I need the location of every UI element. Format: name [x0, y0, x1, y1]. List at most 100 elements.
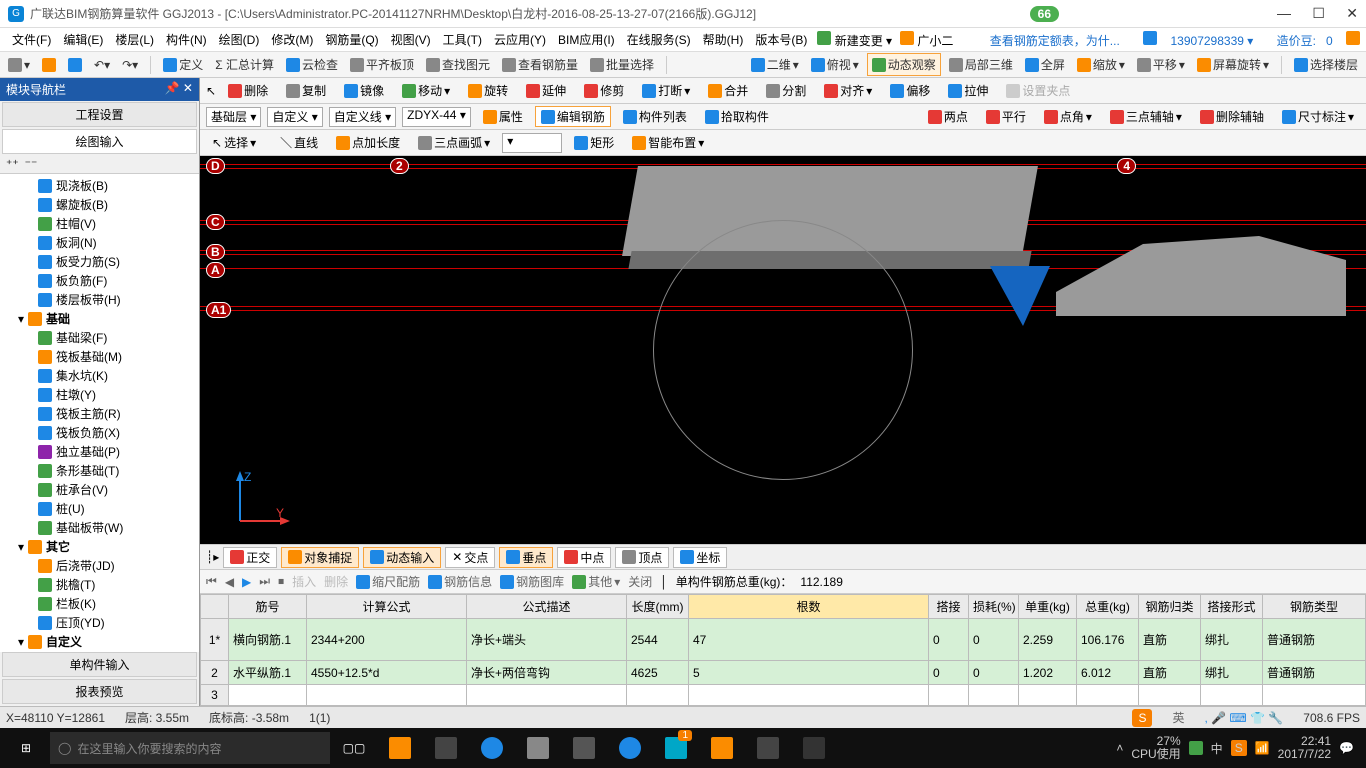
minimize-button[interactable]: — — [1277, 5, 1291, 21]
menu-tools[interactable]: 工具(T) — [437, 29, 488, 50]
local-3d-button[interactable]: 局部三维 — [945, 54, 1017, 75]
sum-button[interactable]: Σ 汇总计算 — [211, 54, 278, 75]
col-id[interactable]: 筋号 — [229, 595, 307, 619]
category-select[interactable]: 自定义 ▾ — [267, 107, 322, 127]
2d-button[interactable]: 二维▾ — [747, 54, 803, 75]
align-top-button[interactable]: 平齐板顶 — [346, 54, 418, 75]
stop-button[interactable]: ⏹ — [278, 574, 284, 589]
menu-rebar[interactable]: 钢筋量(Q) — [319, 29, 384, 50]
coord-button[interactable]: 坐标 — [673, 547, 727, 568]
dimension-button[interactable]: 尺寸标注▾ — [1276, 106, 1360, 127]
first-button[interactable]: ⏮ — [206, 574, 217, 589]
col-count[interactable]: 根数 — [689, 595, 929, 619]
tb-app-2[interactable] — [424, 728, 468, 768]
close-button[interactable]: ✕ — [1346, 5, 1358, 21]
tree-group-custom[interactable]: ▾ 自定义 — [0, 632, 199, 651]
delete-aux-button[interactable]: 删除辅轴 — [1194, 106, 1270, 127]
menu-floor[interactable]: 楼层(L) — [109, 29, 160, 50]
notification-badge[interactable]: 66 — [1030, 6, 1059, 22]
vertex-button[interactable]: 顶点 — [615, 547, 669, 568]
floor-select[interactable]: 基础层 ▾ — [206, 107, 261, 127]
offset-button[interactable]: 偏移 — [884, 80, 936, 101]
component-list-button[interactable]: 构件列表 — [617, 106, 693, 127]
play-button[interactable]: ▶ — [242, 575, 251, 589]
draw-combo[interactable]: ▾ — [502, 133, 562, 153]
pan-button[interactable]: 平移▾ — [1133, 54, 1189, 75]
redo-button[interactable]: ↷▾ — [118, 56, 142, 74]
component-tree[interactable]: 现浇板(B) 螺旋板(B) 柱帽(V) 板洞(N) 板受力筋(S) 板负筋(F)… — [0, 174, 199, 652]
split-button[interactable]: 分割 — [760, 80, 812, 101]
col-loss[interactable]: 损耗(%) — [969, 595, 1019, 619]
tray-icons[interactable]: , 🎤 ⌨ 👕 🔧 — [1204, 711, 1283, 725]
delete-button[interactable]: 删除 — [222, 80, 274, 101]
nav-tab-single[interactable]: 单构件输入 — [2, 652, 197, 677]
tree-group-other[interactable]: ▾ 其它 — [0, 537, 199, 556]
menu-online[interactable]: 在线服务(S) — [621, 29, 697, 50]
osnap-button[interactable]: 对象捕捉 — [281, 547, 359, 568]
tray-icon-1[interactable] — [1189, 741, 1203, 755]
menu-modify[interactable]: 修改(M) — [265, 29, 319, 50]
menu-file[interactable]: 文件(F) — [6, 29, 57, 50]
batch-select-button[interactable]: 批量选择 — [586, 54, 658, 75]
select-floor-button[interactable]: 选择楼层 — [1290, 54, 1362, 75]
col-unit[interactable]: 单重(kg) — [1019, 595, 1077, 619]
tray-ime[interactable]: 中 — [1211, 740, 1223, 757]
scale-rebar-button[interactable]: 缩尺配筋 — [356, 573, 420, 590]
new-button[interactable]: ▾ — [4, 56, 34, 74]
tb-edge[interactable] — [470, 728, 514, 768]
intersection-button[interactable]: ✕ 交点 — [445, 547, 495, 568]
collapse-icon[interactable]: ⁻⁻ — [25, 157, 38, 171]
col-total[interactable]: 总重(kg) — [1077, 595, 1139, 619]
col-row[interactable] — [201, 595, 229, 619]
rotate-button[interactable]: 旋转 — [462, 80, 514, 101]
select-button[interactable]: ↖ 选择 ▾ — [206, 132, 262, 153]
tray-notifications[interactable]: 💬 — [1339, 741, 1354, 755]
rebar-table[interactable]: 筋号 计算公式 公式描述 长度(mm) 根数 搭接 损耗(%) 单重(kg) 总… — [200, 594, 1366, 706]
col-splice[interactable]: 搭接形式 — [1201, 595, 1263, 619]
tb-app-8[interactable] — [792, 728, 836, 768]
tray-up-icon[interactable]: ˄ — [1116, 741, 1123, 755]
prev-button[interactable]: ◀ — [225, 575, 234, 589]
tb-app-3[interactable] — [562, 728, 606, 768]
top-view-button[interactable]: 俯视▾ — [807, 54, 863, 75]
tray-s-icon[interactable]: S — [1231, 740, 1247, 756]
undo-button[interactable]: ↶▾ — [90, 56, 114, 74]
menu-component[interactable]: 构件(N) — [160, 29, 213, 50]
system-tray[interactable]: ˄ 27%CPU使用 中 S 📶 22:412017/7/22 💬 — [1116, 735, 1362, 761]
cloud-check-button[interactable]: 云检查 — [282, 54, 342, 75]
help-link[interactable]: 查看钢筋定额表，为什... — [990, 34, 1120, 48]
menu-draw[interactable]: 绘图(D) — [213, 29, 266, 50]
arc-button[interactable]: 三点画弧 ▾ — [412, 132, 496, 153]
ime-lang[interactable]: 英 — [1172, 709, 1184, 726]
tb-app-6[interactable] — [700, 728, 744, 768]
parallel-button[interactable]: 平行 — [980, 106, 1032, 127]
midpoint-button[interactable]: 中点 — [557, 547, 611, 568]
3d-viewport[interactable]: D C B A A1 2 4 Z Y — [200, 156, 1366, 544]
menu-edit[interactable]: 编辑(E) — [57, 29, 109, 50]
zoom-button[interactable]: 缩放▾ — [1073, 54, 1129, 75]
threepoint-aux-button[interactable]: 三点辅轴▾ — [1104, 106, 1188, 127]
col-type[interactable]: 钢筋类型 — [1263, 595, 1366, 619]
col-desc[interactable]: 公式描述 — [467, 595, 627, 619]
fullscreen-button[interactable]: 全屏 — [1021, 54, 1069, 75]
find-element-button[interactable]: 查找图元 — [422, 54, 494, 75]
twopoint-button[interactable]: 两点 — [922, 106, 974, 127]
rebar-info-button[interactable]: 钢筋信息 — [428, 573, 492, 590]
col-lap[interactable]: 搭接 — [929, 595, 969, 619]
type-select[interactable]: 自定义线 ▾ — [329, 107, 396, 127]
tb-store[interactable] — [516, 728, 560, 768]
extend-button[interactable]: 延伸 — [520, 80, 572, 101]
snap-toggle-icon[interactable]: ┊▸ — [206, 550, 219, 564]
col-formula[interactable]: 计算公式 — [307, 595, 467, 619]
perpendicular-button[interactable]: 垂点 — [499, 547, 553, 568]
pick-component-button[interactable]: 拾取构件 — [699, 106, 775, 127]
point-length-button[interactable]: 点加长度 — [330, 132, 406, 153]
ortho-button[interactable]: 正交 — [223, 547, 277, 568]
menu-help[interactable]: 帮助(H) — [697, 29, 750, 50]
menu-view[interactable]: 视图(V) — [385, 29, 437, 50]
attr-button[interactable]: 属性 — [477, 106, 529, 127]
smart-place-button[interactable]: 智能布置 ▾ — [626, 132, 710, 153]
tray-net-icon[interactable]: 📶 — [1255, 741, 1270, 755]
point-angle-button[interactable]: 点角▾ — [1038, 106, 1098, 127]
rect-button[interactable]: 矩形 — [568, 132, 620, 153]
